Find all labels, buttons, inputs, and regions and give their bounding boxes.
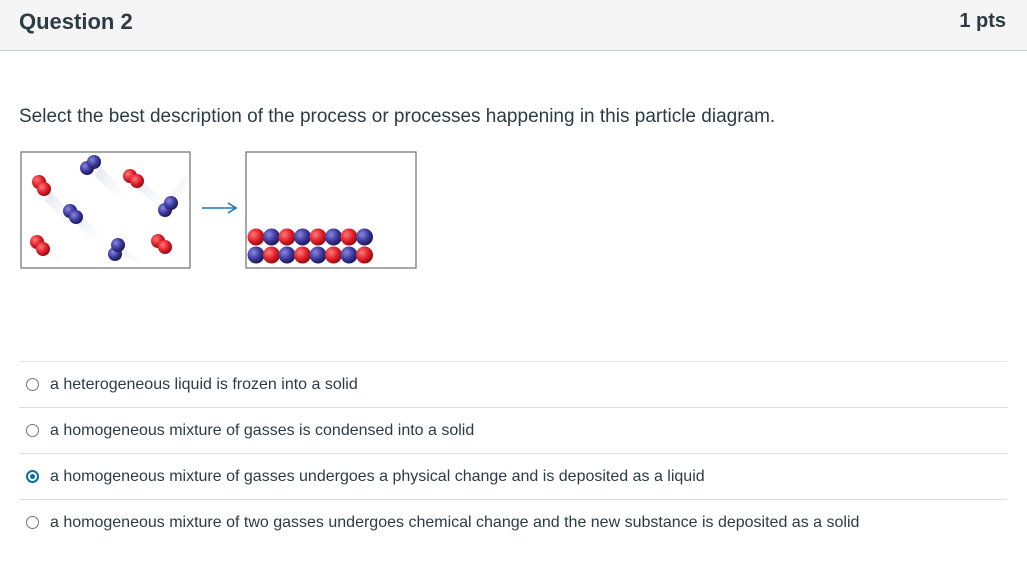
question-text: Select the best description of the proce… [19,106,776,127]
radio-button[interactable] [26,516,39,529]
answer-list: a heterogeneous liquid is frozen into a … [19,361,1007,545]
blue-particle [356,228,373,246]
red-particle [340,228,358,246]
red-particle [263,246,280,264]
answer-option-4[interactable]: a homogeneous mixture of two gasses unde… [19,499,1007,545]
question-header: Question 2 1 pts [0,0,1027,51]
arrow-icon [202,202,238,214]
blue-particle [247,246,265,264]
answer-option-2[interactable]: a homogeneous mixture of gasses is conde… [19,407,1007,453]
answer-option-3[interactable]: a homogeneous mixture of gasses undergoe… [19,453,1007,499]
particle-diagram-image [20,151,417,269]
red-particle [278,228,296,246]
red-particle [325,246,342,264]
blue-particle [325,228,342,246]
red-particle [294,246,311,264]
radio-button[interactable] [26,378,39,391]
question-points: 1 pts [959,10,1006,32]
answer-label: a homogeneous mixture of gasses is conde… [50,421,475,439]
radio-button[interactable] [26,424,39,437]
answer-label: a homogeneous mixture of two gasses unde… [50,513,860,531]
blue-particle [294,228,311,246]
blue-particle [263,228,280,246]
answer-label: a homogeneous mixture of gasses undergoe… [50,467,705,485]
radio-button-selected[interactable] [26,470,39,483]
red-particle [309,228,327,246]
question-title: Question 2 [19,9,133,34]
answer-label: a heterogeneous liquid is frozen into a … [50,375,358,393]
blue-particle [278,246,296,264]
answer-option-1[interactable]: a heterogeneous liquid is frozen into a … [19,361,1007,407]
particle-diagram [20,151,420,271]
blue-particle [309,246,327,264]
blue-particle [340,246,358,264]
red-particle [247,228,265,246]
red-particle [356,246,373,264]
